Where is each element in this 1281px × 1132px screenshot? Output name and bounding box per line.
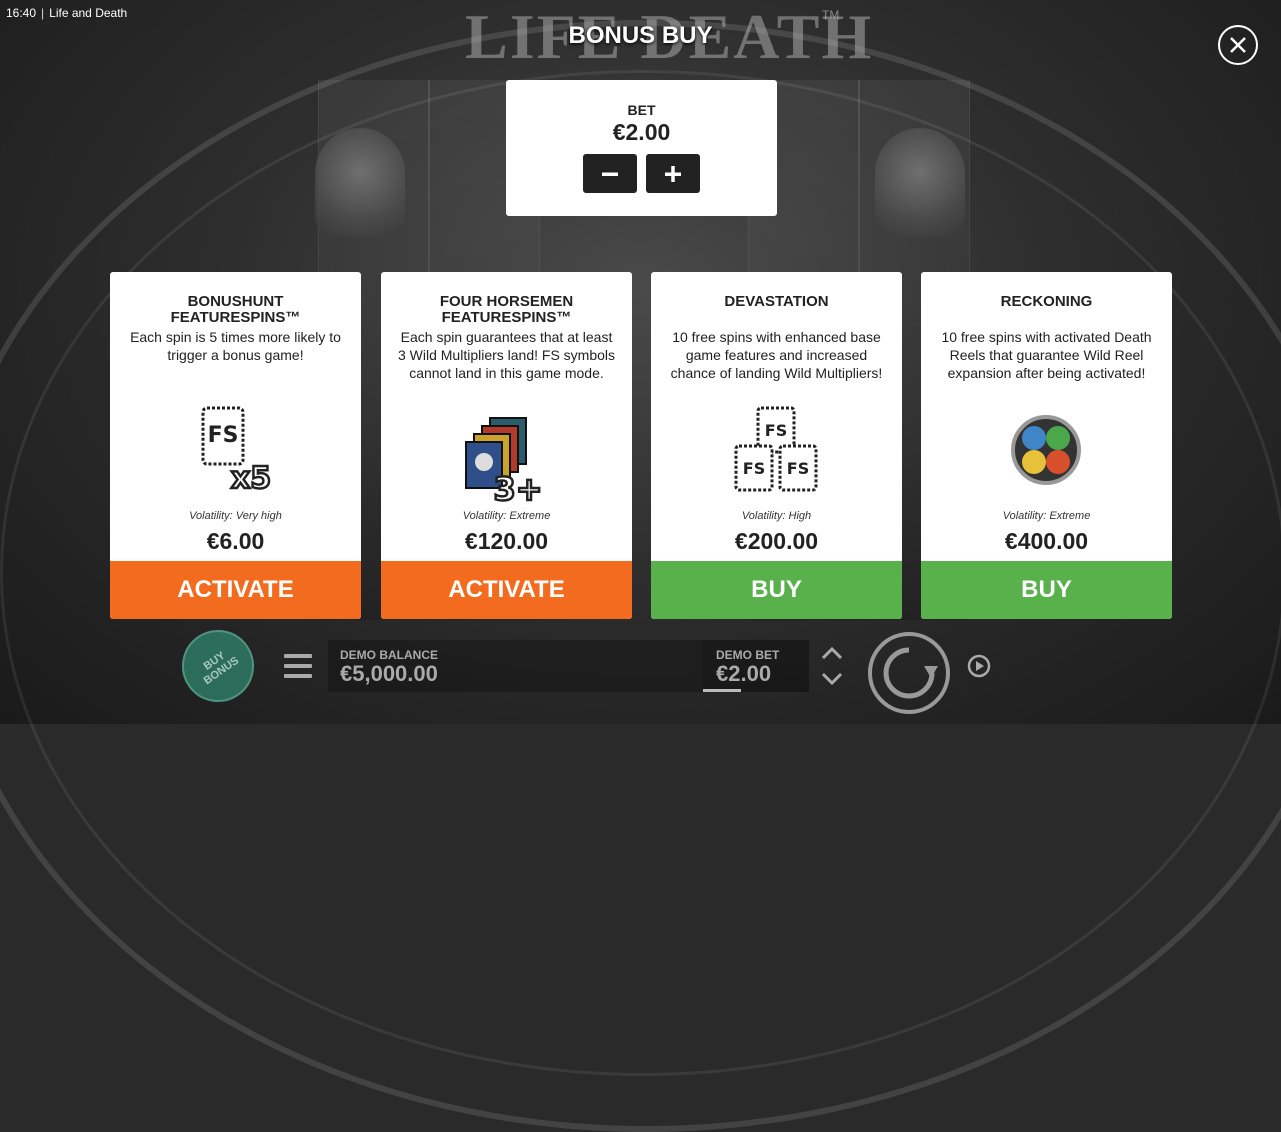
card-price: €200.00 xyxy=(734,528,819,554)
card-title: RECKONING xyxy=(1000,293,1093,310)
stained-glass-orb-icon xyxy=(1011,415,1081,485)
buy-button[interactable]: BUY xyxy=(921,561,1172,619)
svg-text:x5: x5 xyxy=(231,461,271,496)
demo-bet-panel: DEMO BET €2.00 xyxy=(703,640,809,692)
hamburger-menu-icon[interactable] xyxy=(284,654,312,678)
bonus-card-bonushunt: BONUSHUNT FEATURESPINS™ Each spin is 5 t… xyxy=(110,272,361,619)
minus-icon xyxy=(602,172,618,176)
demo-balance-label: DEMO BALANCE xyxy=(340,648,438,662)
fs-triple-icon: FS FS FS xyxy=(734,406,818,492)
autoplay-icon[interactable] xyxy=(966,653,992,679)
bet-value: €2.00 xyxy=(612,119,671,145)
card-title: BONUSHUNT FEATURESPINS™ xyxy=(170,293,301,326)
demo-balance-value: €5,000.00 xyxy=(340,661,438,686)
clock: 16:40 xyxy=(6,6,37,20)
plus-icon xyxy=(665,165,681,182)
card-volatility: Volatility: High xyxy=(741,510,812,522)
buy-bonus-label: BUY BONUS xyxy=(201,649,242,688)
card-volatility: Volatility: Extreme xyxy=(1002,510,1091,522)
svg-text:FS: FS xyxy=(765,421,787,440)
demo-balance-panel: DEMO BALANCE €5,000.00 xyxy=(328,640,703,692)
bet-level-bar xyxy=(703,689,741,692)
card-description: Each spin guarantees that at least 3 Wil… xyxy=(397,329,616,381)
card-volatility: Volatility: Extreme xyxy=(462,510,551,522)
card-price: €6.00 xyxy=(206,528,265,554)
svg-text:3+: 3+ xyxy=(493,470,542,508)
bet-panel: BET €2.00 xyxy=(506,80,777,216)
status-bar: 16:40 | Life and Death xyxy=(6,6,128,20)
card-description: 10 free spins with activated Death Reels… xyxy=(941,329,1152,381)
dialog-title: BONUS BUY xyxy=(568,22,713,49)
card-volatility: Volatility: Very high xyxy=(189,510,282,522)
svg-text:FS: FS xyxy=(787,459,809,478)
up-down-chevron-icon[interactable] xyxy=(818,642,846,690)
card-price: €400.00 xyxy=(1004,528,1089,554)
bonus-card-reckoning: RECKONING 10 free spins with activated D… xyxy=(921,272,1172,619)
buy-button[interactable]: BUY xyxy=(651,561,902,619)
horsemen-3plus-icon: 3+ xyxy=(465,417,544,509)
card-price: €120.00 xyxy=(464,528,549,554)
logo-trademark: TM xyxy=(822,8,840,22)
card-description: 10 free spins with enhanced base game fe… xyxy=(670,329,883,381)
bet-label: BET xyxy=(627,102,656,118)
activate-button[interactable]: ACTIVATE xyxy=(381,561,632,619)
card-title: DEVASTATION xyxy=(724,293,829,310)
demo-bet-value: €2.00 xyxy=(716,661,772,686)
fs-x5-icon: FS x5 xyxy=(201,406,272,497)
bet-decrease-button[interactable] xyxy=(583,154,637,193)
bet-increase-button[interactable] xyxy=(646,154,700,193)
card-description: Each spin is 5 times more likely to trig… xyxy=(130,329,341,363)
close-icon xyxy=(1230,37,1246,53)
activate-button[interactable]: ACTIVATE xyxy=(110,561,361,619)
spin-button[interactable] xyxy=(868,632,950,714)
card-title: FOUR HORSEMEN FEATURESPINS™ xyxy=(439,293,574,326)
bonus-card-four-horsemen: FOUR HORSEMEN FEATURESPINS™ Each spin gu… xyxy=(381,272,632,619)
window-title: Life and Death xyxy=(49,6,128,20)
demo-bet-label: DEMO BET xyxy=(716,648,780,662)
close-button[interactable] xyxy=(1218,25,1258,65)
spin-arrow-icon xyxy=(883,647,938,699)
statue-face-left xyxy=(315,128,405,238)
bonus-card-devastation: DEVASTATION 10 free spins with enhanced … xyxy=(651,272,902,619)
statue-face-right xyxy=(875,128,965,238)
svg-text:FS: FS xyxy=(208,423,239,448)
svg-text:FS: FS xyxy=(743,459,765,478)
